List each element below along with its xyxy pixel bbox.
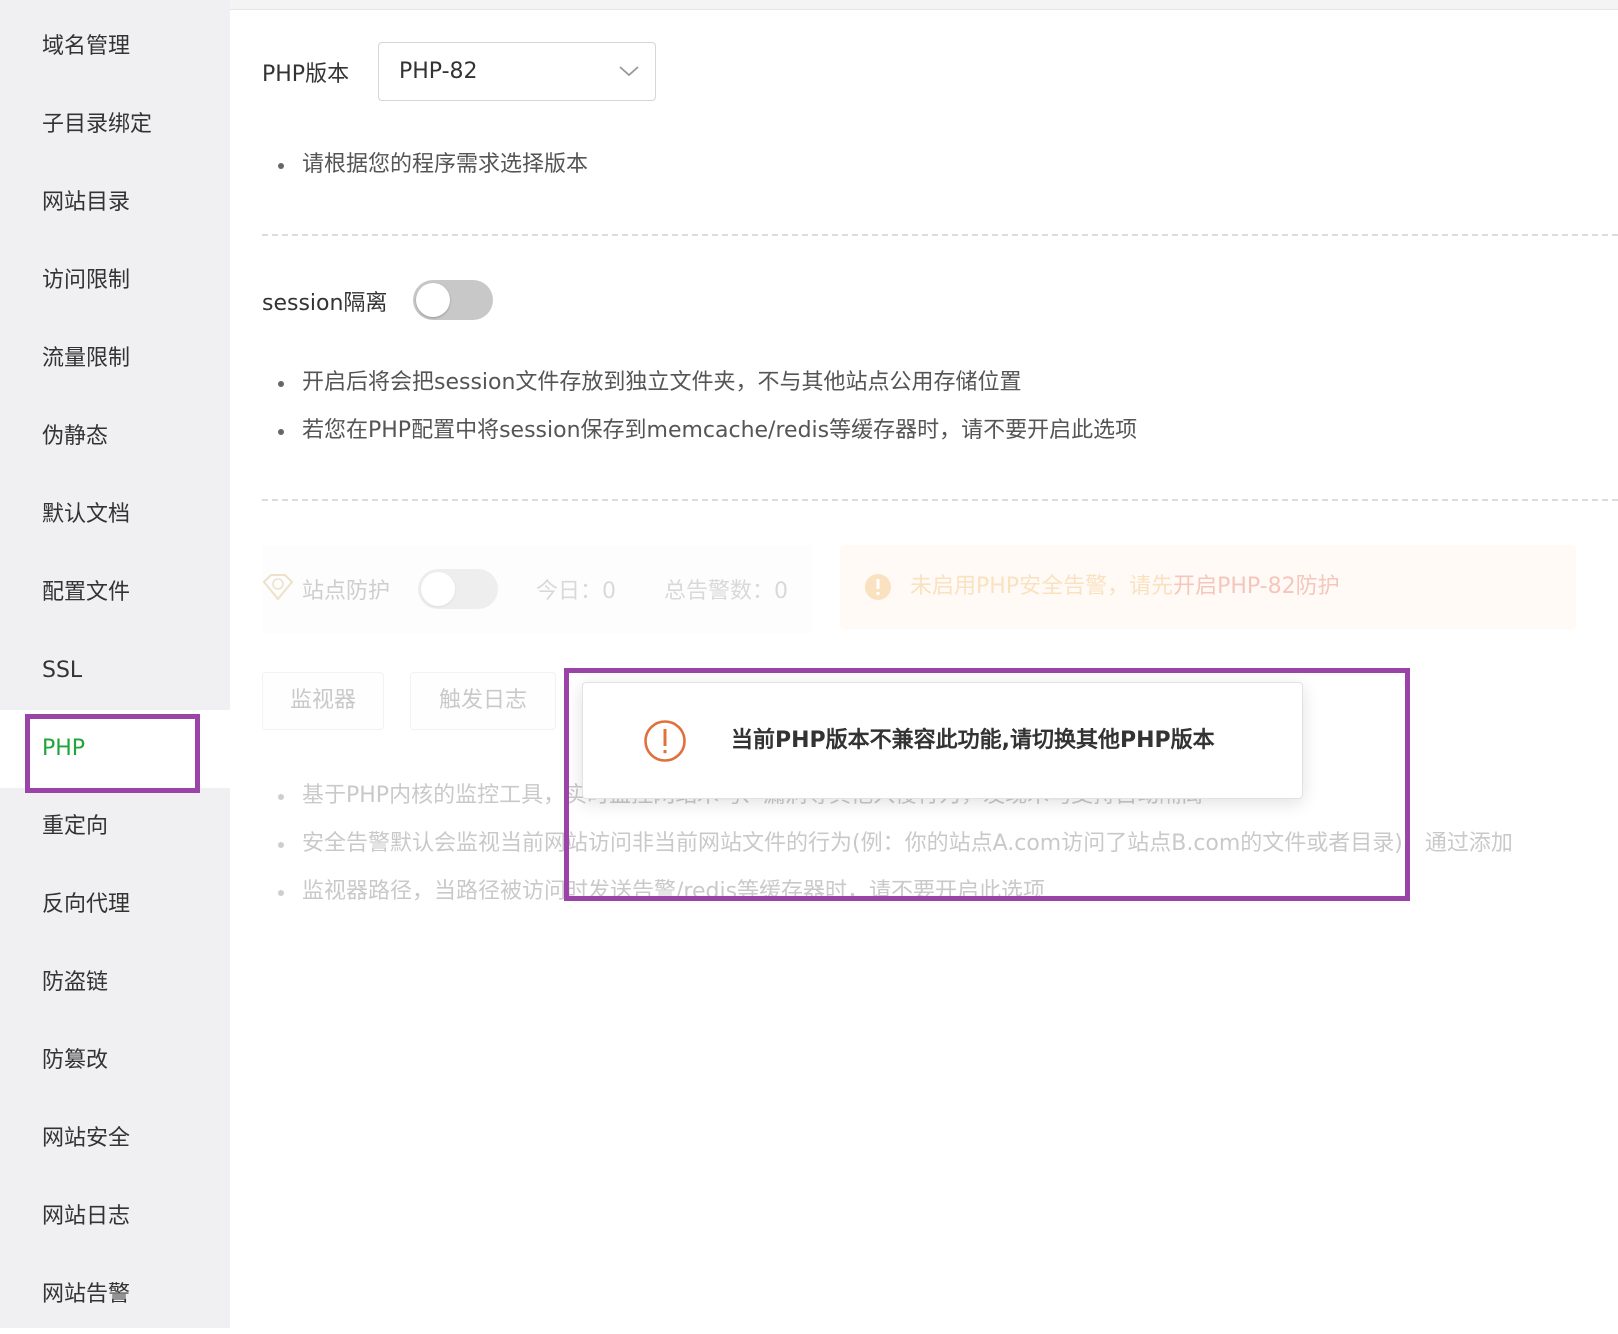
php-version-value: PHP-82 bbox=[399, 59, 478, 84]
sidebar-item-default-doc[interactable]: 默认文档 bbox=[0, 476, 230, 554]
list-item: 开启后将会把session文件存放到独立文件夹，不与其他站点公用存储位置 bbox=[262, 359, 1137, 407]
sidebar-item-site-security[interactable]: 网站安全 bbox=[0, 1100, 230, 1178]
php-alert-prefix: 未启用PHP安全告警，请先 bbox=[910, 574, 1174, 599]
sidebar-item-site-log[interactable]: 网站日志 bbox=[0, 1178, 230, 1256]
session-isolation-toggle[interactable] bbox=[413, 280, 493, 320]
sidebar-item-hotlink[interactable]: 防盗链 bbox=[0, 944, 230, 1022]
dialog-highlight-box bbox=[564, 668, 1410, 901]
php-alert-warning: 未启用PHP安全告警，请先开启PHP-82防护 bbox=[840, 545, 1576, 629]
sidebar-item-ssl[interactable]: SSL bbox=[0, 632, 230, 710]
sidebar-item-rewrite[interactable]: 伪静态 bbox=[0, 398, 230, 476]
session-isolation-label: session隔离 bbox=[262, 291, 388, 316]
chevron-down-icon bbox=[617, 59, 641, 87]
site-protection-label: 站点防护 bbox=[302, 579, 391, 604]
sidebar-item-traffic-limit[interactable]: 流量限制 bbox=[0, 320, 230, 398]
sidebar-item-site-directory[interactable]: 网站目录 bbox=[0, 164, 230, 242]
php-version-label: PHP版本 bbox=[262, 62, 350, 87]
list-item: 若您在PHP配置中将session保存到memcache/redis等缓存器时，… bbox=[262, 407, 1137, 455]
sidebar-item-tamper-proof[interactable]: 防篡改 bbox=[0, 1022, 230, 1100]
total-alert-count: 总告警数：0 bbox=[664, 579, 788, 604]
toggle-knob bbox=[416, 283, 450, 317]
list-item: 请根据您的程序需求选择版本 bbox=[262, 141, 588, 189]
sidebar-item-access-limit[interactable]: 访问限制 bbox=[0, 242, 230, 320]
sidebar-nav: 域名管理 子目录绑定 网站目录 访问限制 流量限制 伪静态 默认文档 配置文件 … bbox=[0, 0, 230, 1328]
exclamation-circle-icon bbox=[864, 573, 892, 605]
today-alert-count: 今日：0 bbox=[536, 579, 616, 604]
sidebar-item-redirect[interactable]: 重定向 bbox=[0, 788, 230, 866]
sidebar-item-site-alert[interactable]: 网站告警 bbox=[0, 1256, 230, 1334]
diamond-shield-icon bbox=[262, 572, 294, 606]
php-version-select[interactable]: PHP-82 bbox=[378, 42, 656, 101]
sidebar-item-subdir-binding[interactable]: 子目录绑定 bbox=[0, 86, 230, 164]
toggle-knob bbox=[421, 572, 455, 606]
sidebar-item-config-file[interactable]: 配置文件 bbox=[0, 554, 230, 632]
site-protection-toggle[interactable] bbox=[418, 569, 498, 609]
php-alert-text: 未启用PHP安全告警，请先开启PHP-82防护 bbox=[910, 545, 1340, 629]
main-panel: PHP版本 PHP-82 请根据您的程序需求选择版本 session隔离 开启后… bbox=[230, 0, 1618, 1328]
sidebar-item-reverse-proxy[interactable]: 反向代理 bbox=[0, 866, 230, 944]
divider bbox=[262, 499, 1618, 501]
enable-protection-link[interactable]: 开启PHP-82防护 bbox=[1173, 574, 1340, 599]
session-tips: 开启后将会把session文件存放到独立文件夹，不与其他站点公用存储位置 若您在… bbox=[262, 359, 1137, 455]
trigger-log-button[interactable]: 触发日志 bbox=[410, 672, 556, 730]
sidebar-item-domain[interactable]: 域名管理 bbox=[0, 8, 230, 86]
monitor-button[interactable]: 监视器 bbox=[262, 672, 384, 730]
divider bbox=[262, 234, 1618, 236]
sidebar-php-highlight-box bbox=[25, 714, 200, 793]
php-version-tips: 请根据您的程序需求选择版本 bbox=[262, 141, 588, 189]
